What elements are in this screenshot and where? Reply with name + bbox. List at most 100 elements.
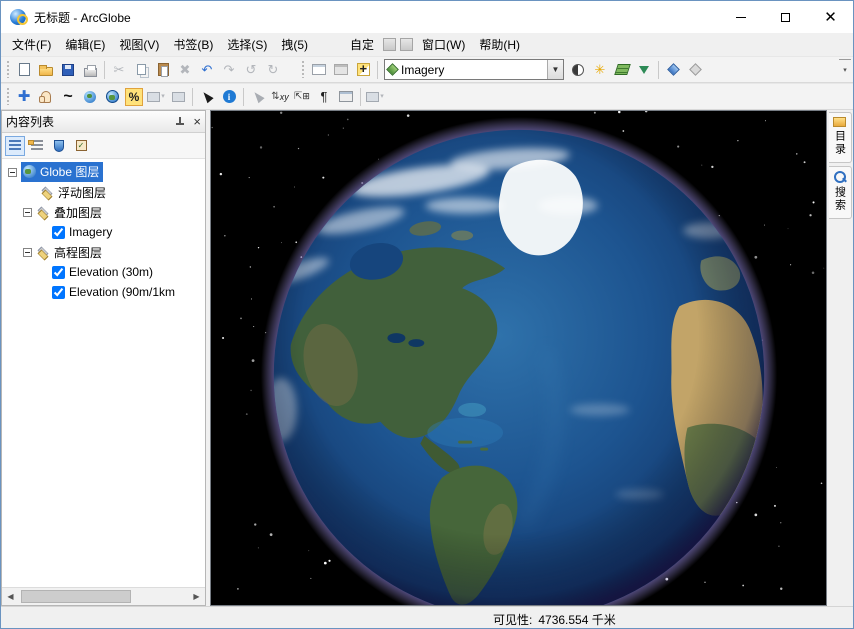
toc-node-elevation-90m[interactable]: Elevation (90m/1km	[2, 282, 205, 302]
animation-button[interactable]	[662, 59, 684, 81]
globe-viewport[interactable]	[210, 110, 827, 606]
toc-close-icon[interactable]: ×	[193, 115, 201, 128]
globe-view-button[interactable]	[308, 59, 330, 81]
fly-tool-button[interactable]	[79, 86, 101, 108]
refresh-back-button[interactable]: ↺	[240, 59, 262, 81]
measure-tool-button[interactable]: ~	[57, 86, 79, 108]
toc-node-elevation-layers[interactable]: 高程图层	[2, 242, 205, 262]
zoom-to-target-button[interactable]: ⇱⊞	[291, 86, 313, 108]
redo-button[interactable]: ↷	[218, 59, 240, 81]
copy-button[interactable]	[130, 59, 152, 81]
menu-selection[interactable]: 选择(S)	[220, 33, 274, 56]
list-by-source-button[interactable]	[27, 136, 47, 156]
menu-geoprocessing[interactable]: 拽(5)	[274, 33, 315, 56]
menu-help[interactable]: 帮助(H)	[472, 33, 527, 56]
elevation-90m-checkbox[interactable]	[52, 286, 65, 299]
toc-node-globe-layers[interactable]: Globe 图层	[2, 162, 205, 182]
redo-icon: ↷	[224, 63, 235, 76]
selected-node[interactable]: Globe 图层	[21, 162, 103, 182]
contrast-button[interactable]	[567, 59, 589, 81]
layer-group-icon	[36, 206, 50, 218]
layout-view-button[interactable]	[330, 59, 352, 81]
toc-node-label: Elevation (30m)	[69, 265, 153, 279]
select-arrow-button[interactable]	[196, 86, 218, 108]
body-row: 内容列表 × ✓ Globe 图层	[1, 110, 853, 606]
html-popup-icon	[339, 91, 353, 102]
scrollbar-thumb[interactable]	[21, 590, 131, 603]
list-by-visibility-button[interactable]	[49, 136, 69, 156]
minimize-button[interactable]	[718, 2, 763, 33]
new-document-button[interactable]	[13, 59, 35, 81]
menu-window[interactable]: 窗口(W)	[415, 33, 472, 56]
scroll-left-icon[interactable]: ◀	[2, 588, 19, 605]
add-data-button[interactable]	[352, 59, 374, 81]
menu-bookmarks[interactable]: 书签(B)	[166, 33, 220, 56]
find-button[interactable]: ¶	[313, 86, 335, 108]
save-button[interactable]	[57, 59, 79, 81]
search-tab[interactable]: 搜索	[829, 166, 852, 219]
viewer-button[interactable]	[167, 86, 189, 108]
globe-canvas[interactable]	[211, 111, 826, 605]
full-extent-button[interactable]	[101, 86, 123, 108]
brightness-button[interactable]: ✳	[589, 59, 611, 81]
layer-combo[interactable]: Imagery ▼	[384, 59, 564, 80]
undo-button[interactable]: ↶	[196, 59, 218, 81]
combo-dropdown-button[interactable]: ▼	[547, 60, 563, 79]
elevation-30m-checkbox[interactable]	[52, 266, 65, 279]
layers-button[interactable]	[611, 59, 633, 81]
toolbar-grip-2[interactable]	[300, 61, 306, 78]
toc-horizontal-scrollbar[interactable]: ◀ ▶	[2, 587, 205, 605]
source-icon	[31, 140, 43, 151]
transparency-button[interactable]	[633, 59, 655, 81]
collapse-icon[interactable]	[23, 248, 32, 257]
menu-customize[interactable]: 自定	[343, 33, 381, 56]
navigate-tool-button[interactable]: ✚	[13, 86, 35, 108]
pan-hand-icon	[41, 91, 51, 103]
floating-toolbar-icon-2[interactable]	[400, 38, 413, 51]
cut-button[interactable]: ✂	[108, 59, 130, 81]
refresh-forward-button[interactable]: ↻	[262, 59, 284, 81]
menu-file[interactable]: 文件(F)	[5, 33, 58, 56]
open-button[interactable]	[35, 59, 57, 81]
delete-button[interactable]: ✖	[174, 59, 196, 81]
collapse-icon[interactable]	[8, 168, 17, 177]
toolbar-grip-3[interactable]	[5, 88, 11, 105]
close-button[interactable]: ✕	[808, 2, 853, 33]
toolbar-overflow-button[interactable]: ▾	[839, 59, 851, 81]
hyperlink-button[interactable]	[335, 86, 357, 108]
toc-node-elevation-30m[interactable]: Elevation (30m)	[2, 262, 205, 282]
refresh-back-icon: ↺	[246, 63, 257, 76]
list-by-drawing-order-button[interactable]	[5, 136, 25, 156]
walk-tool-button[interactable]: %	[123, 86, 145, 108]
paste-button[interactable]	[152, 59, 174, 81]
toc-node-draped-layers[interactable]: 叠加图层	[2, 202, 205, 222]
print-icon	[84, 68, 97, 77]
extra-tool-button[interactable]	[684, 59, 706, 81]
toc-title: 内容列表	[6, 113, 174, 130]
print-button[interactable]	[79, 59, 101, 81]
contrast-icon	[572, 64, 584, 76]
pin-icon[interactable]	[174, 116, 185, 127]
select-features-button[interactable]	[247, 86, 269, 108]
pan-tool-button[interactable]	[35, 86, 57, 108]
list-by-selection-button[interactable]: ✓	[71, 136, 91, 156]
separator	[377, 61, 378, 79]
maximize-button[interactable]	[763, 2, 808, 33]
menu-view[interactable]: 视图(V)	[112, 33, 166, 56]
identify-button[interactable]: i	[218, 86, 240, 108]
menu-edit[interactable]: 编辑(E)	[58, 33, 112, 56]
select-arrow-icon	[200, 90, 213, 104]
zoom-to-xy-button[interactable]: ⇅xy	[269, 86, 291, 108]
collapse-icon[interactable]	[23, 208, 32, 217]
globe-layers-icon	[23, 165, 36, 178]
toolbar-grip[interactable]	[5, 61, 11, 78]
scroll-right-icon[interactable]: ▶	[188, 588, 205, 605]
floating-toolbar-icon[interactable]	[383, 38, 396, 51]
catalog-tab[interactable]: 目录	[829, 112, 852, 163]
toc-node-imagery[interactable]: Imagery	[2, 222, 205, 242]
toc-node-floating-layers[interactable]: 浮动图层	[2, 182, 205, 202]
standard-toolbar: ✂ ✖ ↶ ↷ ↺ ↻ Imagery ▼ ✳ ▾	[1, 56, 853, 83]
imagery-checkbox[interactable]	[52, 226, 65, 239]
swipe-layer-button[interactable]: ▾	[145, 86, 167, 108]
extra-viewer-button[interactable]: ▾	[364, 86, 386, 108]
